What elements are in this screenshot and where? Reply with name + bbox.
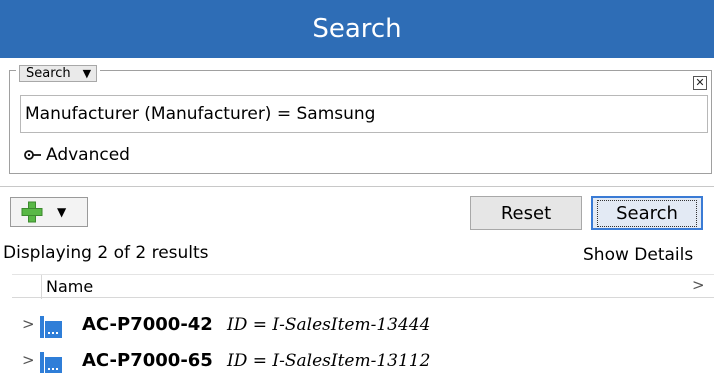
header-spacer — [12, 275, 42, 299]
reset-button[interactable]: Reset — [470, 196, 582, 230]
search-mode-label: Search — [26, 65, 71, 81]
item-name[interactable]: AC-P7000-65 — [82, 350, 213, 371]
table-header: Name > — [12, 274, 714, 299]
add-dropdown-button[interactable]: ▼ — [10, 197, 88, 227]
result-count: Displaying 2 of 2 results — [3, 243, 209, 263]
search-button-label: Search — [597, 199, 697, 227]
panel-title: Search — [0, 0, 714, 58]
chevron-right-icon[interactable]: > — [22, 315, 35, 333]
close-icon[interactable]: ✕ — [693, 76, 707, 90]
search-button[interactable]: Search — [591, 196, 703, 230]
sales-item-icon — [40, 316, 62, 338]
advanced-toggle[interactable]: Advanced — [24, 144, 130, 166]
table-row[interactable]: > AC-P7000-42 ID = I-SalesItem-13444 — [12, 309, 714, 343]
key-icon — [24, 150, 41, 160]
item-name[interactable]: AC-P7000-42 — [82, 314, 213, 335]
item-id: ID = I-SalesItem-13444 — [227, 315, 431, 335]
sales-item-icon — [40, 352, 62, 373]
caret-down-icon: ▼ — [82, 66, 92, 80]
item-id: ID = I-SalesItem-13112 — [227, 351, 431, 371]
results-table: Name > > AC-P7000-42 ID = I-SalesItem-13… — [12, 274, 714, 373]
search-criteria-field[interactable]: Manufacturer (Manufacturer) = Samsung — [20, 95, 708, 133]
table-row[interactable]: > AC-P7000-65 ID = I-SalesItem-13112 — [12, 345, 714, 373]
chevron-right-icon[interactable]: > — [22, 351, 35, 369]
advanced-label: Advanced — [46, 145, 130, 165]
chevron-right-icon[interactable]: > — [692, 276, 705, 294]
search-mode-legend: Search ▼ — [16, 64, 101, 82]
section-divider — [0, 186, 714, 187]
caret-down-icon: ▼ — [57, 205, 67, 219]
search-mode-dropdown[interactable]: Search ▼ — [19, 64, 98, 82]
plus-icon — [21, 201, 43, 223]
column-header-name[interactable]: Name — [46, 277, 93, 296]
show-details-link[interactable]: Show Details — [583, 245, 693, 265]
